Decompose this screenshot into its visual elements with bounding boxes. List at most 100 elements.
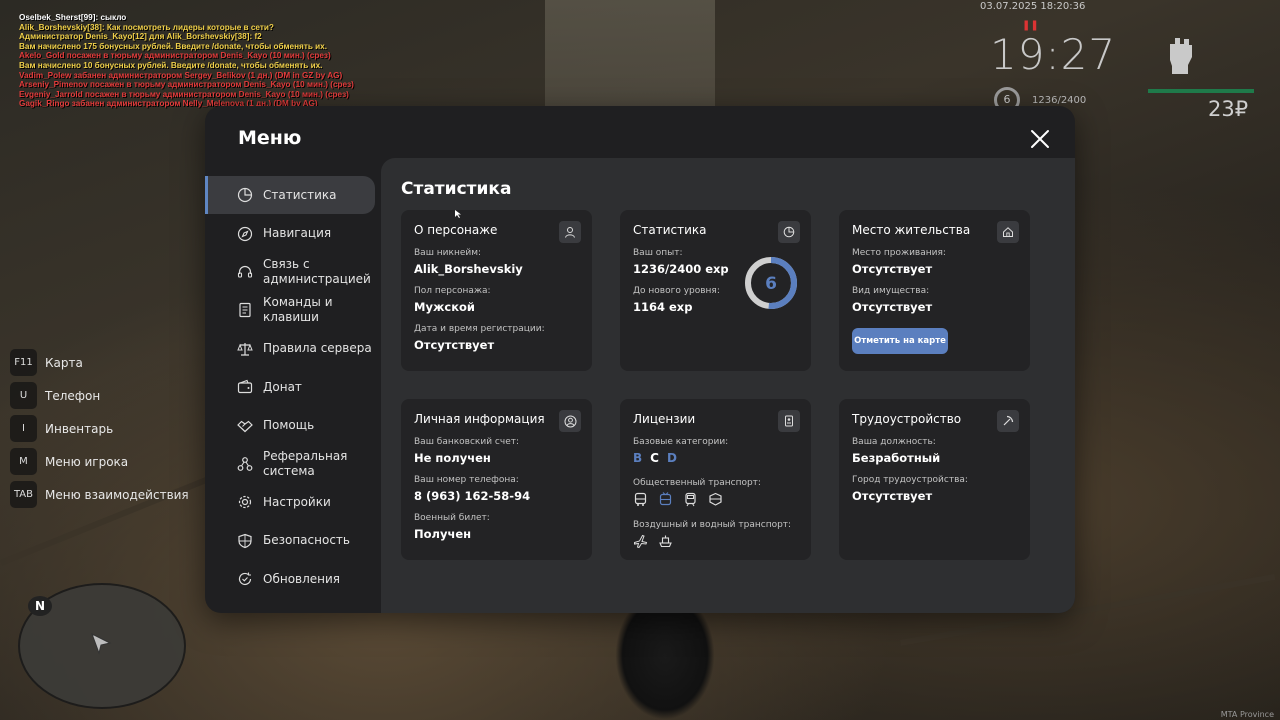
sidebar-item-label: Безопасность — [263, 533, 350, 548]
watermark: MTA Province — [1220, 710, 1274, 719]
residence-value: Отсутствует — [852, 262, 933, 276]
player-character — [615, 612, 715, 720]
card-title: Личная информация — [414, 412, 545, 426]
field-label: Место проживания: — [852, 248, 946, 258]
card-title: О персонаже — [414, 223, 498, 237]
close-icon[interactable] — [1029, 128, 1051, 150]
scales-icon — [237, 342, 253, 356]
user-circle-icon — [559, 410, 581, 432]
pie-chart-icon — [237, 188, 253, 203]
chat-line: Вам начислено 175 бонусных рублей. Введи… — [19, 41, 328, 51]
sidebar-item-6[interactable]: Помощь — [205, 406, 375, 444]
key-label: Меню игрока — [45, 454, 129, 469]
card-title: Трудоустройство — [852, 412, 962, 426]
sidebar-item-label: Статистика — [263, 187, 337, 202]
field-label: Базовые категории: — [633, 437, 729, 447]
chat-line: Vadim_Polew забанен администратором Serg… — [19, 70, 343, 80]
network-icon — [237, 457, 253, 471]
field-label: Дата и время регистрации: — [414, 324, 545, 334]
field-label: Ваш номер телефона: — [414, 475, 519, 485]
chat-line: Arseniy_Pimenov посажен в тюрьму админис… — [19, 80, 354, 90]
sidebar-item-10[interactable]: Обновления — [205, 560, 375, 598]
compass-icon — [237, 226, 253, 241]
menu-title: Меню — [238, 127, 302, 149]
field-label: Город трудоустройства: — [852, 475, 968, 485]
hud-health-bar — [1148, 89, 1254, 93]
key-label: Карта — [45, 355, 83, 370]
chat-line: Oselbek_Sherst[99]: сыкло — [19, 13, 127, 22]
chat-line: Администратор Denis_Kayo[12] для Alik_Bo… — [19, 32, 262, 42]
user-icon — [559, 221, 581, 243]
keybind-row: TAB Меню взаимодействия — [10, 478, 189, 511]
bank-account-value: Не получен — [414, 451, 491, 465]
sidebar-item-5[interactable]: Донат — [205, 368, 375, 406]
menu-window: Меню Статистика Навигация Связь с админист… — [205, 106, 1075, 613]
field-label: Военный билет: — [414, 513, 490, 523]
license-category: D — [666, 451, 677, 465]
card-character: О персонаже Ваш никнейм: Alik_Borshevski… — [401, 210, 592, 371]
card-title: Статистика — [633, 223, 707, 237]
field-label: Ваш никнейм: — [414, 248, 482, 258]
keybind-row: M Меню игрока — [10, 445, 189, 478]
pickaxe-icon — [997, 410, 1019, 432]
keybind-row: I Инвентарь — [10, 412, 189, 445]
minimap-north-marker: N — [28, 596, 52, 616]
keybind-row: F11 Карта — [10, 346, 189, 379]
sidebar-item-9[interactable]: Безопасность — [205, 522, 375, 560]
sidebar-item-3[interactable]: Команды и клавиши — [205, 291, 375, 329]
key-label: Телефон — [45, 388, 101, 403]
field-label: Общественный транспорт: — [633, 478, 761, 488]
phone-number-value: 8 (963) 162-58-94 — [414, 489, 531, 503]
card-residence: Место жительства Место проживания: Отсут… — [839, 210, 1030, 371]
sidebar-item-0[interactable]: Статистика — [205, 176, 375, 215]
card-employment: Трудоустройство Ваша должность: Безработ… — [839, 399, 1030, 560]
position-value: Безработный — [852, 451, 941, 465]
keybind-row: U Телефон — [10, 379, 189, 412]
wallet-icon — [237, 379, 253, 394]
sidebar-item-label: Навигация — [263, 226, 332, 241]
mouse-cursor-icon — [455, 210, 461, 218]
card-personal-info: Личная информация Ваш банковский счет: Н… — [401, 399, 592, 560]
sidebar-item-1[interactable]: Навигация — [205, 214, 375, 252]
sidebar-item-7[interactable]: Реферальная система — [205, 445, 375, 483]
ship-icon — [659, 535, 672, 548]
field-label: Воздушный и водный транспорт: — [633, 520, 792, 530]
home-icon — [997, 221, 1019, 243]
sidebar-item-2[interactable]: Связь с администрацией — [205, 253, 375, 291]
background-wall-poster — [545, 0, 715, 110]
keybind-hints: F11 Карта U Телефон I Инвентарь M Меню игрока TA… — [10, 346, 189, 511]
field-label: Пол персонажа: — [414, 286, 491, 296]
field-label: Ваша должность: — [852, 437, 936, 447]
nickname-value: Alik_Borshevskiy — [414, 262, 523, 276]
hud-exp: 1236/2400 — [1032, 95, 1087, 106]
field-label: Вид имущества: — [852, 286, 930, 296]
menu-content: Статистика О персонаже Ваш никнейм: Alik… — [381, 158, 1075, 613]
player-arrow-icon — [91, 632, 112, 655]
sidebar-item-label: Реферальная система — [263, 448, 348, 478]
pie-chart-icon — [778, 221, 800, 243]
sidebar-item-8[interactable]: Настройки — [205, 483, 375, 521]
chat-line: Вам начислено 10 бонусных рублей. Введит… — [19, 60, 323, 70]
level-progress-ring: 6 — [745, 257, 797, 309]
key-cap: M — [10, 448, 37, 475]
sidebar-item-label: Помощь — [263, 418, 315, 433]
sidebar-item-label: Донат — [263, 379, 302, 394]
gear-icon — [238, 496, 252, 509]
sidebar-item-4[interactable]: Правила сервера — [205, 330, 375, 368]
sidebar-item-label: Правила сервера — [263, 341, 372, 356]
headset-icon — [237, 265, 253, 278]
chat-line: Akelo_Gold посажен в тюрьму администрато… — [19, 51, 331, 61]
card-title: Место жительства — [852, 223, 971, 237]
license-categories: BCD — [633, 451, 798, 465]
field-label: Ваш банковский счет: — [414, 437, 520, 447]
mark-on-map-button[interactable]: Отметить на карте — [852, 328, 948, 354]
key-cap: F11 — [10, 349, 37, 376]
metro-icon — [709, 492, 722, 506]
sidebar-item-label: Связь с администрацией — [263, 256, 371, 286]
key-label: Меню взаимодействия — [45, 487, 189, 502]
sidebar-item-label: Команды и клавиши — [263, 295, 333, 325]
shield-icon — [238, 533, 252, 548]
level-number: 6 — [765, 274, 777, 294]
card-licenses: Лицензии Базовые категории: BCD Обществе… — [620, 399, 811, 560]
license-category: C — [650, 451, 659, 465]
